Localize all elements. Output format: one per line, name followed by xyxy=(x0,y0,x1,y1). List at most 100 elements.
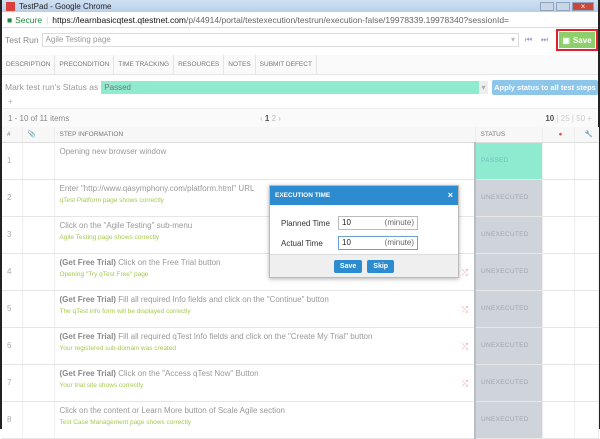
col-number: # xyxy=(2,127,23,143)
add-icon[interactable]: + xyxy=(2,95,598,109)
expected-result: Test Case Management page shows correctl… xyxy=(59,418,192,426)
step-prefix: (Get Free Trial) xyxy=(59,257,116,267)
step-number: 5 xyxy=(2,290,23,328)
lock-icon: ■ xyxy=(7,14,13,25)
actual-time-label: Actual Time xyxy=(281,238,323,248)
step-information-cell[interactable]: (Get Free Trial) Fill all required qTest… xyxy=(54,327,476,365)
url-path: /p/44914/portal/testexecution/testrun/ex… xyxy=(186,14,510,25)
step-information-cell[interactable]: (Get Free Trial) Fill all required Info … xyxy=(54,290,476,328)
expected-result: The qTest info form will be displayed co… xyxy=(59,307,191,315)
close-icon[interactable]: × xyxy=(448,186,453,205)
step-description: Click on the "Agile Testing" sub-menu xyxy=(59,220,193,230)
step-information-cell[interactable]: Opening new browser window xyxy=(54,142,476,180)
step-description: Enter "http://www.qasymphony.com/platfor… xyxy=(59,183,255,193)
title-bar: TestPad - Google Chrome × xyxy=(2,0,598,12)
url-domain: https://learnbasicqtest.qtestnet.com xyxy=(52,14,187,25)
step-status[interactable]: PASSED xyxy=(474,142,543,180)
page-size-50[interactable]: 50 xyxy=(576,114,585,123)
maximize-button[interactable] xyxy=(556,1,570,11)
table-row[interactable]: 6 (Get Free Trial) Fill all required qTe… xyxy=(2,327,599,365)
step-information-cell[interactable]: (Get Free Trial) Click on the "Access qT… xyxy=(54,364,476,402)
wrench-icon: 🔧 xyxy=(574,127,599,143)
action-cell xyxy=(574,290,599,328)
shuffle-icon[interactable]: ⤮ xyxy=(462,379,468,389)
step-status[interactable]: UNEXECUTED xyxy=(474,179,543,217)
step-number: 2 xyxy=(2,179,23,217)
tab-bar: DESCRIPTION PRECONDITION TIME TRACKING R… xyxy=(2,55,598,75)
step-number: 8 xyxy=(2,401,23,439)
minimize-button[interactable] xyxy=(540,1,554,11)
tab-notes[interactable]: NOTES xyxy=(224,55,256,74)
actual-time-value: 10 xyxy=(342,238,351,247)
step-prefix: (Get Free Trial) xyxy=(59,331,116,341)
step-prefix: (Get Free Trial) xyxy=(59,294,116,304)
more-icon[interactable]: + xyxy=(587,114,592,123)
step-status[interactable]: UNEXECUTED xyxy=(474,216,543,254)
defect-cell xyxy=(542,179,575,217)
dialog-save-button[interactable]: Save xyxy=(333,259,363,273)
previous-run-icon[interactable]: ⏮ xyxy=(525,35,535,45)
unit-label: (minute) xyxy=(384,218,414,227)
step-status[interactable]: UNEXECUTED xyxy=(474,364,543,402)
shuffle-icon[interactable]: ⤮ xyxy=(462,342,468,352)
defect-cell xyxy=(542,364,575,402)
next-page-icon[interactable]: › xyxy=(276,114,281,123)
tab-resources[interactable]: RESOURCES xyxy=(174,55,225,74)
shuffle-icon[interactable]: ⤮ xyxy=(462,268,468,278)
close-window-button[interactable]: × xyxy=(572,1,594,11)
defect-cell xyxy=(542,253,575,291)
test-run-label: Test Run xyxy=(5,35,39,45)
col-status: STATUS xyxy=(475,127,543,143)
attachment-cell xyxy=(22,364,55,402)
next-run-icon[interactable]: ⏭ xyxy=(541,35,551,45)
step-description: Fill all required qTest Info fields and … xyxy=(115,331,373,341)
attachment-cell xyxy=(22,401,55,439)
step-status[interactable]: UNEXECUTED xyxy=(474,253,543,291)
defect-cell xyxy=(542,401,575,439)
table-row[interactable]: 5 (Get Free Trial) Fill all required Inf… xyxy=(2,290,599,328)
save-button[interactable]: ▣ Save xyxy=(556,29,598,51)
action-cell xyxy=(574,327,599,365)
page-size-25[interactable]: 25 xyxy=(561,114,570,123)
tab-time-tracking[interactable]: TIME TRACKING xyxy=(114,55,175,74)
tab-precondition[interactable]: PRECONDITION xyxy=(55,55,115,74)
col-step-information: STEP INFORMATION xyxy=(54,127,476,143)
status-select[interactable]: Passed ▾ xyxy=(101,80,488,94)
test-run-value: Agile Testing page xyxy=(45,35,111,44)
items-summary: 1 - 10 of 11 items xyxy=(8,113,70,123)
step-prefix: (Get Free Trial) xyxy=(59,368,116,378)
pagination-bar: 1 - 10 of 11 items ‹ 1 2 › 10 | 25 | 50 … xyxy=(2,109,598,127)
action-cell xyxy=(574,142,599,180)
table-row[interactable]: 7 (Get Free Trial) Click on the "Access … xyxy=(2,364,599,402)
action-cell xyxy=(574,216,599,254)
dialog-skip-button[interactable]: Skip xyxy=(367,259,395,273)
test-run-select[interactable]: Agile Testing page ▾ xyxy=(41,33,519,47)
expected-result: Your trial site shows correctly xyxy=(59,381,144,389)
page-1[interactable]: 1 xyxy=(265,114,269,123)
step-status[interactable]: UNEXECUTED xyxy=(474,327,543,365)
step-status[interactable]: UNEXECUTED xyxy=(474,290,543,328)
tab-description[interactable]: DESCRIPTION xyxy=(2,55,56,74)
address-bar[interactable]: ■ Secure | https://learnbasicqtest.qtest… xyxy=(2,12,598,28)
tab-submit-defect[interactable]: SUBMIT DEFECT xyxy=(256,55,317,74)
actual-time-input[interactable]: 10 (minute) xyxy=(338,236,418,250)
secure-label: Secure xyxy=(15,14,43,25)
execution-time-dialog: EXECUTION TIME × Planned Time 10 (minute) A… xyxy=(269,185,459,278)
step-number: 6 xyxy=(2,327,23,365)
defect-cell xyxy=(542,290,575,328)
shuffle-icon[interactable]: ⤮ xyxy=(462,305,468,315)
chevron-down-icon: ▾ xyxy=(510,35,515,44)
step-number: 1 xyxy=(2,142,23,180)
table-row[interactable]: 8 Click on the content or Learn More but… xyxy=(2,401,599,439)
step-information-cell[interactable]: Click on the content or Learn More butto… xyxy=(54,401,476,439)
step-status[interactable]: UNEXECUTED xyxy=(474,401,543,439)
planned-time-input[interactable]: 10 (minute) xyxy=(338,216,418,230)
apply-status-button[interactable]: Apply status to all test steps xyxy=(492,79,598,95)
expected-result: Your registered sub-domain was created xyxy=(59,344,176,352)
attachment-cell xyxy=(22,290,55,328)
table-row[interactable]: 1 Opening new browser window PASSED xyxy=(2,142,599,180)
bug-icon: ● xyxy=(542,127,575,143)
step-description: Click on the "Access qTest Now" Button xyxy=(115,368,259,378)
page-size-10[interactable]: 10 xyxy=(545,114,554,123)
step-description: Opening new browser window xyxy=(59,146,167,156)
